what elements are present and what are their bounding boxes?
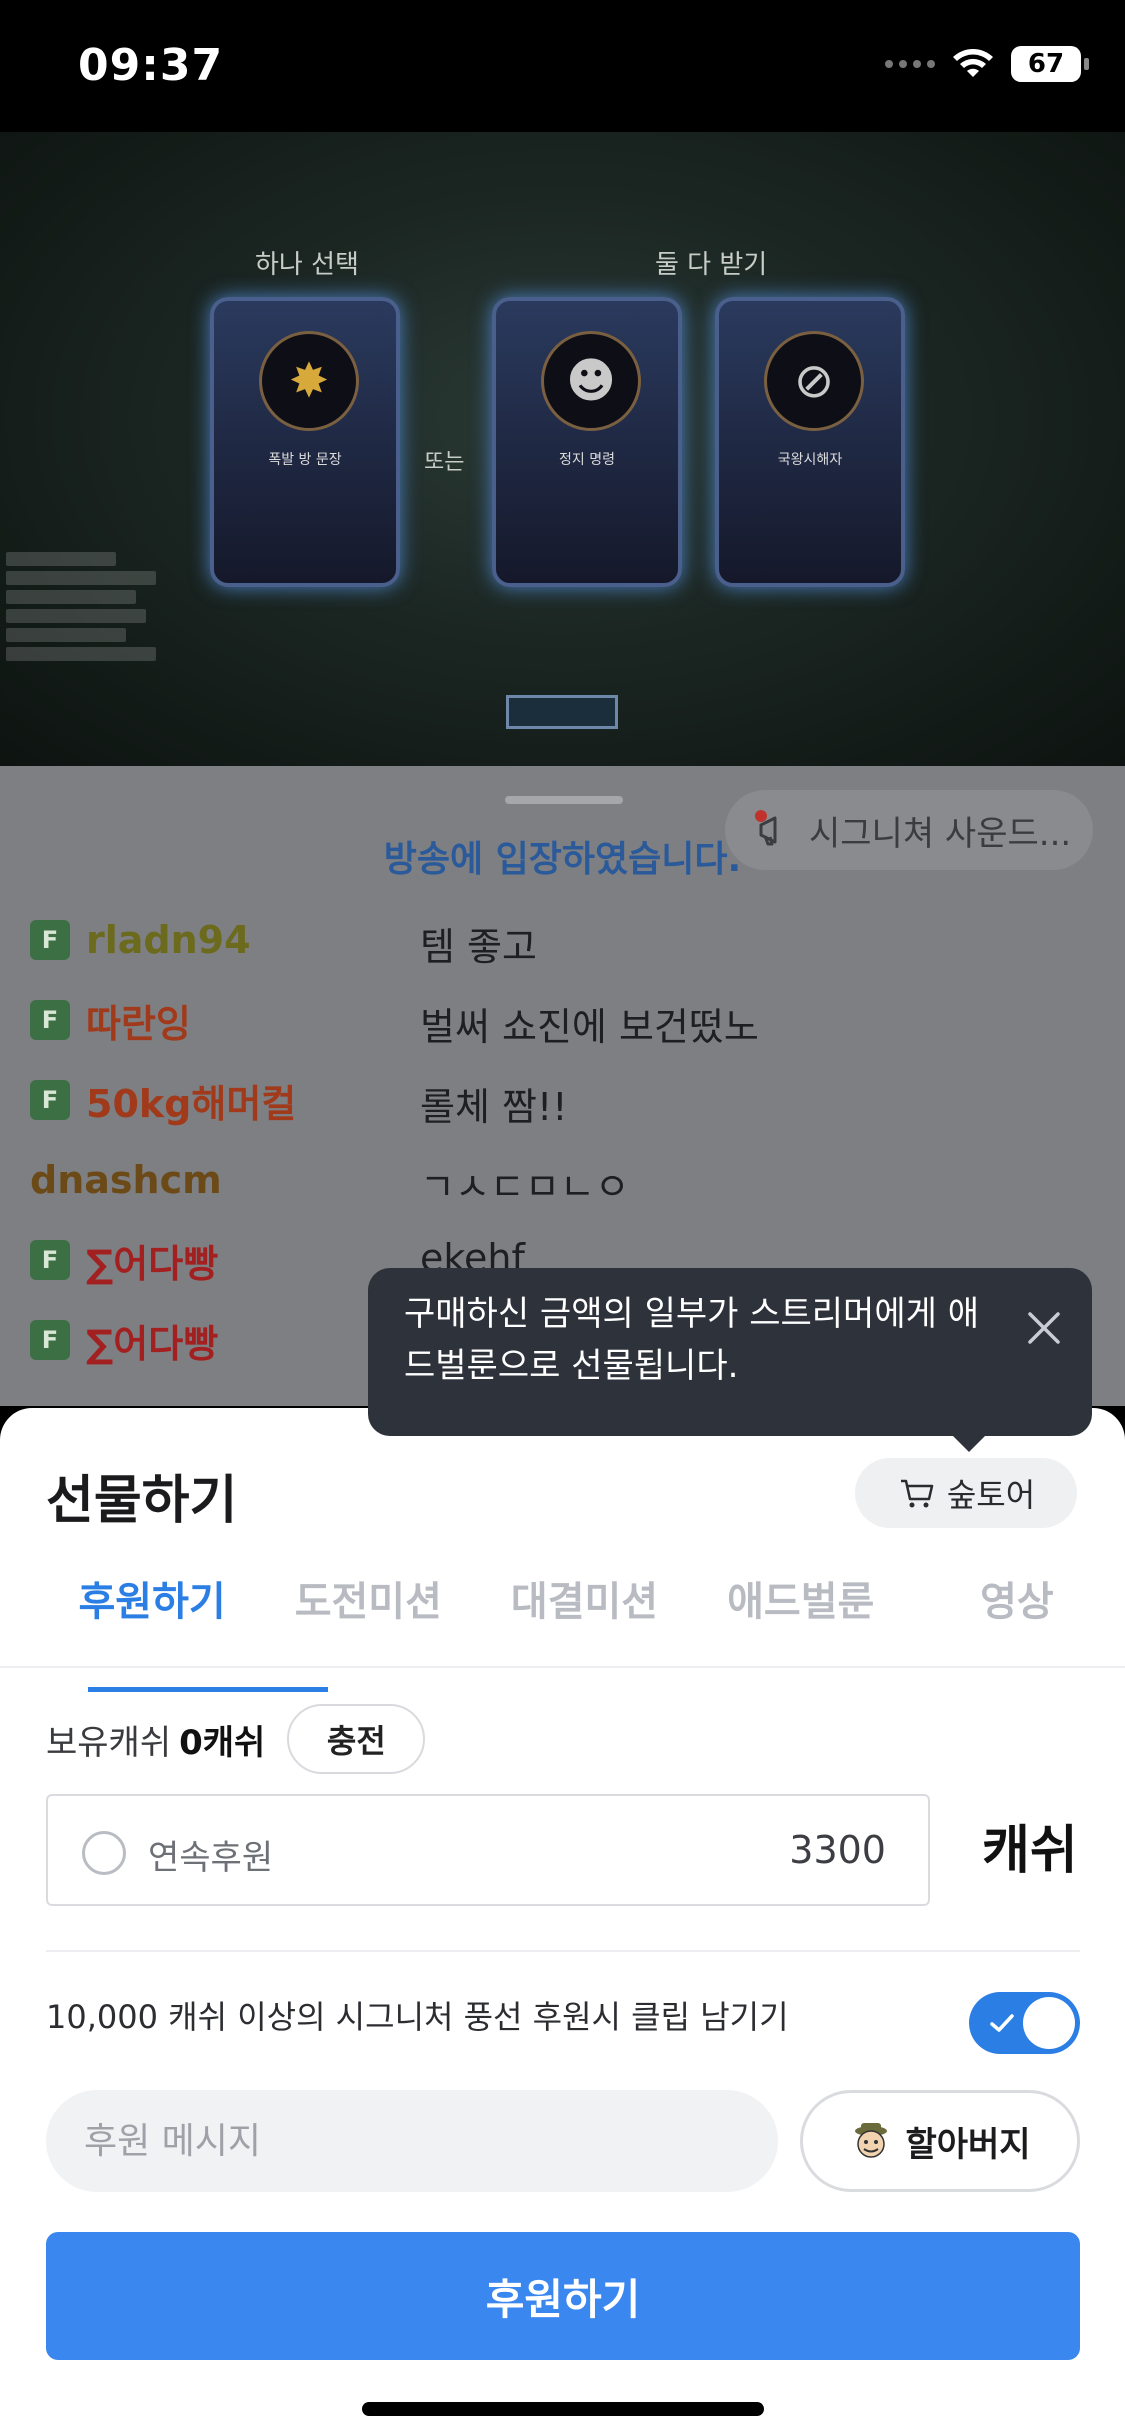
video-card-title: 정지 명령 <box>559 452 615 468</box>
chat-message: 롤체 짬!! <box>420 1085 568 1129</box>
close-icon[interactable] <box>1020 1304 1068 1352</box>
continuous-donation-radio[interactable] <box>82 1831 126 1875</box>
cart-icon <box>900 1479 934 1508</box>
amount-value: 3300 <box>789 1828 886 1872</box>
video-label-left: 하나 선택 <box>255 250 359 280</box>
helmet-emblem-icon: ⊘ <box>764 331 864 431</box>
fan-badge: F <box>30 1080 70 1120</box>
check-icon <box>990 2014 1014 2032</box>
video-card-title: 폭발 방 문장 <box>268 452 342 468</box>
chat-row: dnashcm <box>30 1152 222 1208</box>
video-card-1: ✸ 폭발 방 문장 <box>210 297 400 587</box>
fan-badge: F <box>30 1000 70 1040</box>
tab-battle-mission[interactable]: 대결미션 <box>476 1562 692 1666</box>
wifi-icon <box>953 49 993 77</box>
cellular-signal-icon <box>885 60 935 68</box>
cash-label: 보유캐쉬 <box>46 1722 172 1763</box>
signature-sound-label: 시그니쳐 사운드... <box>809 813 1072 854</box>
gift-tabs: 후원하기 도전미션 대결미션 애드벌룬 영상 <box>0 1562 1125 1692</box>
chat-username[interactable]: dnashcm <box>30 1158 222 1202</box>
voice-select-button[interactable]: 할아버지 <box>800 2090 1080 2192</box>
video-card-2: ☻ 정지 명령 <box>492 297 682 587</box>
divider <box>46 1950 1080 1952</box>
chat-username[interactable]: ∑어다빵 <box>86 1233 218 1288</box>
chat-username[interactable]: 따란잉 <box>86 993 191 1048</box>
clip-option-label: 10,000 캐쉬 이상의 시그니처 풍선 후원시 클립 남기기 <box>46 1998 789 2036</box>
battery-icon: 67 <box>1011 46 1089 82</box>
charge-button[interactable]: 충전 <box>287 1704 426 1774</box>
signature-sound-button[interactable]: 시그니쳐 사운드... <box>725 790 1093 870</box>
gift-sheet: 선물하기 숲토어 후원하기 도전미션 대결미션 애드벌룬 영상 보유캐쉬 0캐쉬… <box>0 1408 1125 2436</box>
cash-amount: 0캐쉬 <box>179 1722 266 1763</box>
face-emblem-icon: ☻ <box>541 331 641 431</box>
video-label-right: 둘 다 받기 <box>655 250 768 280</box>
status-time: 09:37 <box>78 40 224 91</box>
chat-row: F ∑어다빵 <box>30 1232 218 1288</box>
sheet-title: 선물하기 <box>46 1471 238 1531</box>
voice-label: 할아버지 <box>905 2124 1031 2165</box>
notification-dot <box>755 810 767 822</box>
chat-message: ㄱㅅㄷㅁㄴㅇ <box>420 1165 630 1209</box>
chat-message: 벌써 쇼진에 보건떴노 <box>420 1005 759 1049</box>
donation-message-input[interactable] <box>46 2090 778 2192</box>
video-confirm-button <box>506 695 618 729</box>
tab-challenge-mission[interactable]: 도전미션 <box>260 1562 476 1666</box>
chat-message: 템 좋고 <box>420 925 537 969</box>
status-icons: 67 <box>885 46 1089 82</box>
video-card-3: ⊘ 국왕시해자 <box>715 297 905 587</box>
continuous-donation-label: 연속후원 <box>148 1838 274 1878</box>
shop-button[interactable]: 숲토어 <box>855 1458 1077 1528</box>
video-card-title: 국왕시해자 <box>777 452 843 468</box>
chat-row: F 따란잉 <box>30 992 191 1048</box>
fan-badge: F <box>30 920 70 960</box>
chat-row: F 50kg해머컬 <box>30 1072 296 1128</box>
chat-row: F ∑어다빵 <box>30 1312 218 1368</box>
grandpa-avatar-icon <box>855 2123 888 2158</box>
video-label-or: 또는 <box>424 450 465 475</box>
chat-username[interactable]: 50kg해머컬 <box>86 1073 296 1128</box>
video-player[interactable]: 하나 선택 둘 다 받기 또는 ✸ 폭발 방 문장 ☻ 정지 명령 ⊘ 국왕시해… <box>0 132 1125 766</box>
chat-row: F rladn94 <box>30 912 251 968</box>
toggle-knob <box>1023 1997 1075 2049</box>
fan-badge: F <box>30 1240 70 1280</box>
clip-toggle[interactable] <box>969 1992 1080 2054</box>
cash-unit: 캐쉬 <box>982 1821 1078 1881</box>
tooltip-text: 구매하신 금액의 일부가 스트리머에게 애드벌룬으로 선물됩니다. <box>404 1294 979 1386</box>
status-bar: 09:37 67 <box>0 0 1125 132</box>
chat-username[interactable]: ∑어다빵 <box>86 1313 218 1368</box>
tab-adballoon[interactable]: 애드벌룬 <box>693 1562 909 1666</box>
video-chat-overlay <box>6 552 166 666</box>
drag-handle[interactable] <box>505 796 623 804</box>
donate-button[interactable]: 후원하기 <box>46 2232 1080 2360</box>
home-indicator <box>362 2402 764 2416</box>
amount-field[interactable]: 연속후원 3300 <box>46 1794 930 1906</box>
fan-badge: F <box>30 1320 70 1360</box>
shop-label: 숲토어 <box>946 1476 1036 1514</box>
tooltip: 구매하신 금액의 일부가 스트리머에게 애드벌룬으로 선물됩니다. <box>368 1268 1092 1452</box>
tooltip-arrow <box>953 1436 985 1452</box>
chat-username[interactable]: rladn94 <box>86 918 251 962</box>
tab-donate[interactable]: 후원하기 <box>44 1562 329 1692</box>
shield-emblem-icon: ✸ <box>259 331 359 431</box>
tab-video[interactable]: 영상 <box>909 1562 1125 1666</box>
cash-balance-row: 보유캐쉬 0캐쉬 충전 <box>46 1704 426 1774</box>
